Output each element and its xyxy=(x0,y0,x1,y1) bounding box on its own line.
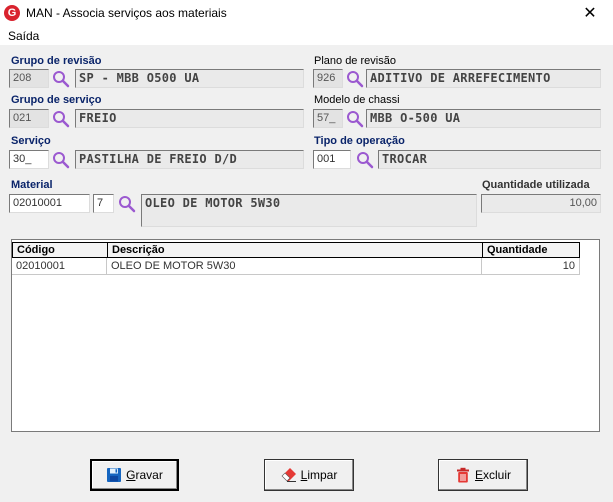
table-cell-quantidade[interactable]: 10 xyxy=(482,258,580,275)
tipo-operacao-desc-field: TROCAR xyxy=(378,150,601,169)
app-logo-icon xyxy=(4,5,20,21)
materials-grid[interactable]: Código Descrição Quantidade 02010001 OLE… xyxy=(11,239,600,432)
search-icon[interactable] xyxy=(52,110,70,128)
plano-revisao-label: Plano de revisão xyxy=(314,55,396,67)
menu-item-saida[interactable]: Saída xyxy=(8,29,39,43)
limpar-button[interactable]: Limpar xyxy=(264,459,354,491)
excluir-button[interactable]: Excluir xyxy=(438,459,528,491)
table-cell-codigo[interactable]: 02010001 xyxy=(12,258,107,275)
material-digit-field[interactable]: 7 xyxy=(93,194,114,213)
servico-desc-field: PASTILHA DE FREIO D/D xyxy=(75,150,304,169)
window-title: MAN - Associa serviços aos materiais xyxy=(26,6,227,20)
gravar-label: ravar xyxy=(135,468,163,482)
plano-revisao-code-field[interactable]: 926 xyxy=(313,69,343,88)
modelo-chassi-label: Modelo de chassi xyxy=(314,94,400,106)
material-label: Material xyxy=(11,179,53,191)
eraser-icon xyxy=(281,468,296,482)
grupo-revisao-code-field[interactable]: 208 xyxy=(9,69,49,88)
gravar-button[interactable]: Gravar xyxy=(90,459,179,491)
servico-label: Serviço xyxy=(11,135,51,147)
close-icon[interactable]: ✕ xyxy=(567,0,613,27)
column-header-codigo[interactable]: Código xyxy=(12,242,107,258)
plano-revisao-desc-field: ADITIVO DE ARREFECIMENTO xyxy=(366,69,601,88)
excluir-label: xcluir xyxy=(483,468,512,482)
search-icon[interactable] xyxy=(52,70,70,88)
grupo-revisao-desc-field: SP - MBB O500 UA xyxy=(75,69,304,88)
modelo-chassi-code-field[interactable]: 57_ xyxy=(313,109,343,128)
grupo-servico-code-field[interactable]: 021 xyxy=(9,109,49,128)
column-header-descricao[interactable]: Descrição xyxy=(107,242,482,258)
grupo-revisao-label: Grupo de revisão xyxy=(11,55,102,67)
servico-code-field[interactable]: 30_ xyxy=(9,150,49,169)
search-icon[interactable] xyxy=(346,70,364,88)
table-cell-descricao[interactable]: OLEO DE MOTOR 5W30 xyxy=(107,258,482,275)
search-icon[interactable] xyxy=(356,151,374,169)
tipo-operacao-code-field[interactable]: 001 xyxy=(313,150,351,169)
quantidade-label: Quantidade utilizada xyxy=(482,179,590,191)
excluir-mnemonic: E xyxy=(474,468,483,482)
limpar-label: impar xyxy=(307,468,338,482)
menu-bar: Saída xyxy=(0,27,613,45)
grupo-servico-label: Grupo de serviço xyxy=(11,94,102,106)
quantidade-field[interactable]: 10,00 xyxy=(481,194,601,213)
search-icon[interactable] xyxy=(346,110,364,128)
modelo-chassi-desc-field: MBB O-500 UA xyxy=(366,109,601,128)
search-icon[interactable] xyxy=(52,151,70,169)
title-bar: MAN - Associa serviços aos materiais ✕ xyxy=(0,0,613,28)
floppy-disk-icon xyxy=(107,468,122,482)
search-icon[interactable] xyxy=(118,195,136,213)
material-code-field[interactable]: 02010001 xyxy=(9,194,90,213)
grupo-servico-desc-field: FREIO xyxy=(75,109,304,128)
column-header-quantidade[interactable]: Quantidade xyxy=(482,242,580,258)
trash-icon xyxy=(456,467,469,483)
material-desc-field: OLEO DE MOTOR 5W30 xyxy=(141,194,477,227)
tipo-operacao-label: Tipo de operação xyxy=(314,135,405,147)
gravar-mnemonic: G xyxy=(126,468,136,482)
